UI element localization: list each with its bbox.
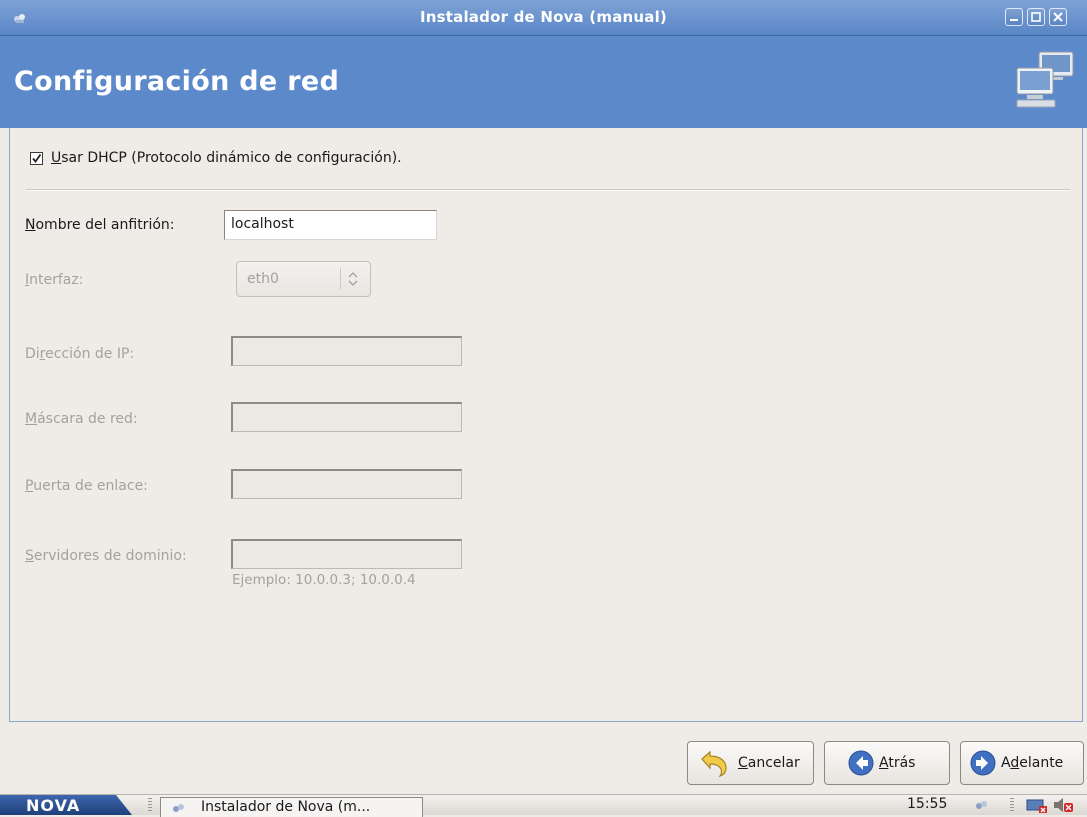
installer-tray-icon[interactable] bbox=[974, 798, 990, 812]
back-label: Atrás bbox=[879, 755, 916, 771]
dns-servers-input[interactable] bbox=[231, 539, 462, 569]
nova-menu-button[interactable]: NOVA bbox=[0, 795, 132, 815]
close-icon bbox=[1053, 12, 1063, 22]
maximize-button[interactable] bbox=[1027, 8, 1045, 26]
forward-arrow-icon bbox=[970, 750, 996, 776]
gateway-input[interactable] bbox=[231, 469, 462, 499]
netmask-label: Máscara de red: bbox=[25, 411, 138, 427]
nova-brand: NOVA bbox=[26, 796, 81, 815]
taskbar: NOVA Instalador de Nova (m... 15:55 bbox=[0, 794, 1087, 817]
next-label: Adelante bbox=[1001, 755, 1064, 771]
back-arrow-icon bbox=[848, 750, 874, 776]
gateway-label: Puerta de enlace: bbox=[25, 478, 148, 494]
network-status-icon[interactable] bbox=[1026, 796, 1048, 814]
tray-handle bbox=[1010, 798, 1014, 813]
checkmark-icon bbox=[32, 153, 42, 163]
cancel-label: Cancelar bbox=[738, 755, 800, 771]
dhcp-label: Usar DHCP (Protocolo dinámico de configu… bbox=[51, 150, 402, 166]
taskbar-window-button[interactable]: Instalador de Nova (m... bbox=[160, 797, 423, 817]
back-button[interactable]: Atrás bbox=[824, 741, 950, 785]
dns-example-hint: Ejemplo: 10.0.0.3; 10.0.0.4 bbox=[232, 572, 416, 588]
network-computers-icon bbox=[1016, 51, 1074, 108]
undo-arrow-icon bbox=[701, 750, 727, 777]
dhcp-checkbox[interactable] bbox=[30, 151, 43, 165]
minimize-icon bbox=[1010, 19, 1018, 21]
ip-address-label: Dirección de IP: bbox=[25, 346, 135, 362]
taskbar-window-label: Instalador de Nova (m... bbox=[201, 799, 371, 815]
installer-app-icon bbox=[173, 804, 184, 812]
interface-combo[interactable]: eth0 bbox=[236, 261, 371, 297]
clock[interactable]: 15:55 bbox=[907, 796, 947, 812]
maximize-icon bbox=[1031, 12, 1041, 22]
hostname-input[interactable]: localhost bbox=[224, 210, 437, 240]
cancel-button[interactable]: Cancelar bbox=[687, 741, 814, 785]
minimize-button[interactable] bbox=[1005, 8, 1023, 26]
dhcp-checkbox-row[interactable]: Usar DHCP (Protocolo dinámico de configu… bbox=[30, 150, 402, 166]
separator bbox=[26, 189, 1070, 191]
window-titlebar[interactable]: Instalador de Nova (manual) bbox=[0, 0, 1087, 36]
next-button[interactable]: Adelante bbox=[960, 741, 1084, 785]
hostname-label: Nombre del anfitrión: bbox=[25, 217, 175, 233]
window-title: Instalador de Nova (manual) bbox=[419, 8, 667, 26]
dns-servers-label: Servidores de dominio: bbox=[25, 548, 187, 564]
interface-value: eth0 bbox=[247, 271, 279, 287]
combo-arrows-icon bbox=[348, 272, 358, 286]
page-title: Configuración de red bbox=[14, 66, 340, 97]
taskbar-handle[interactable] bbox=[148, 798, 152, 813]
network-config-panel: Usar DHCP (Protocolo dinámico de configu… bbox=[9, 128, 1083, 722]
ip-address-input[interactable] bbox=[231, 336, 462, 366]
close-button[interactable] bbox=[1049, 8, 1067, 26]
netmask-input[interactable] bbox=[231, 402, 462, 432]
page-header: Configuración de red bbox=[0, 36, 1087, 128]
volume-muted-icon[interactable] bbox=[1052, 796, 1074, 814]
interface-label: Interfaz: bbox=[25, 272, 84, 288]
